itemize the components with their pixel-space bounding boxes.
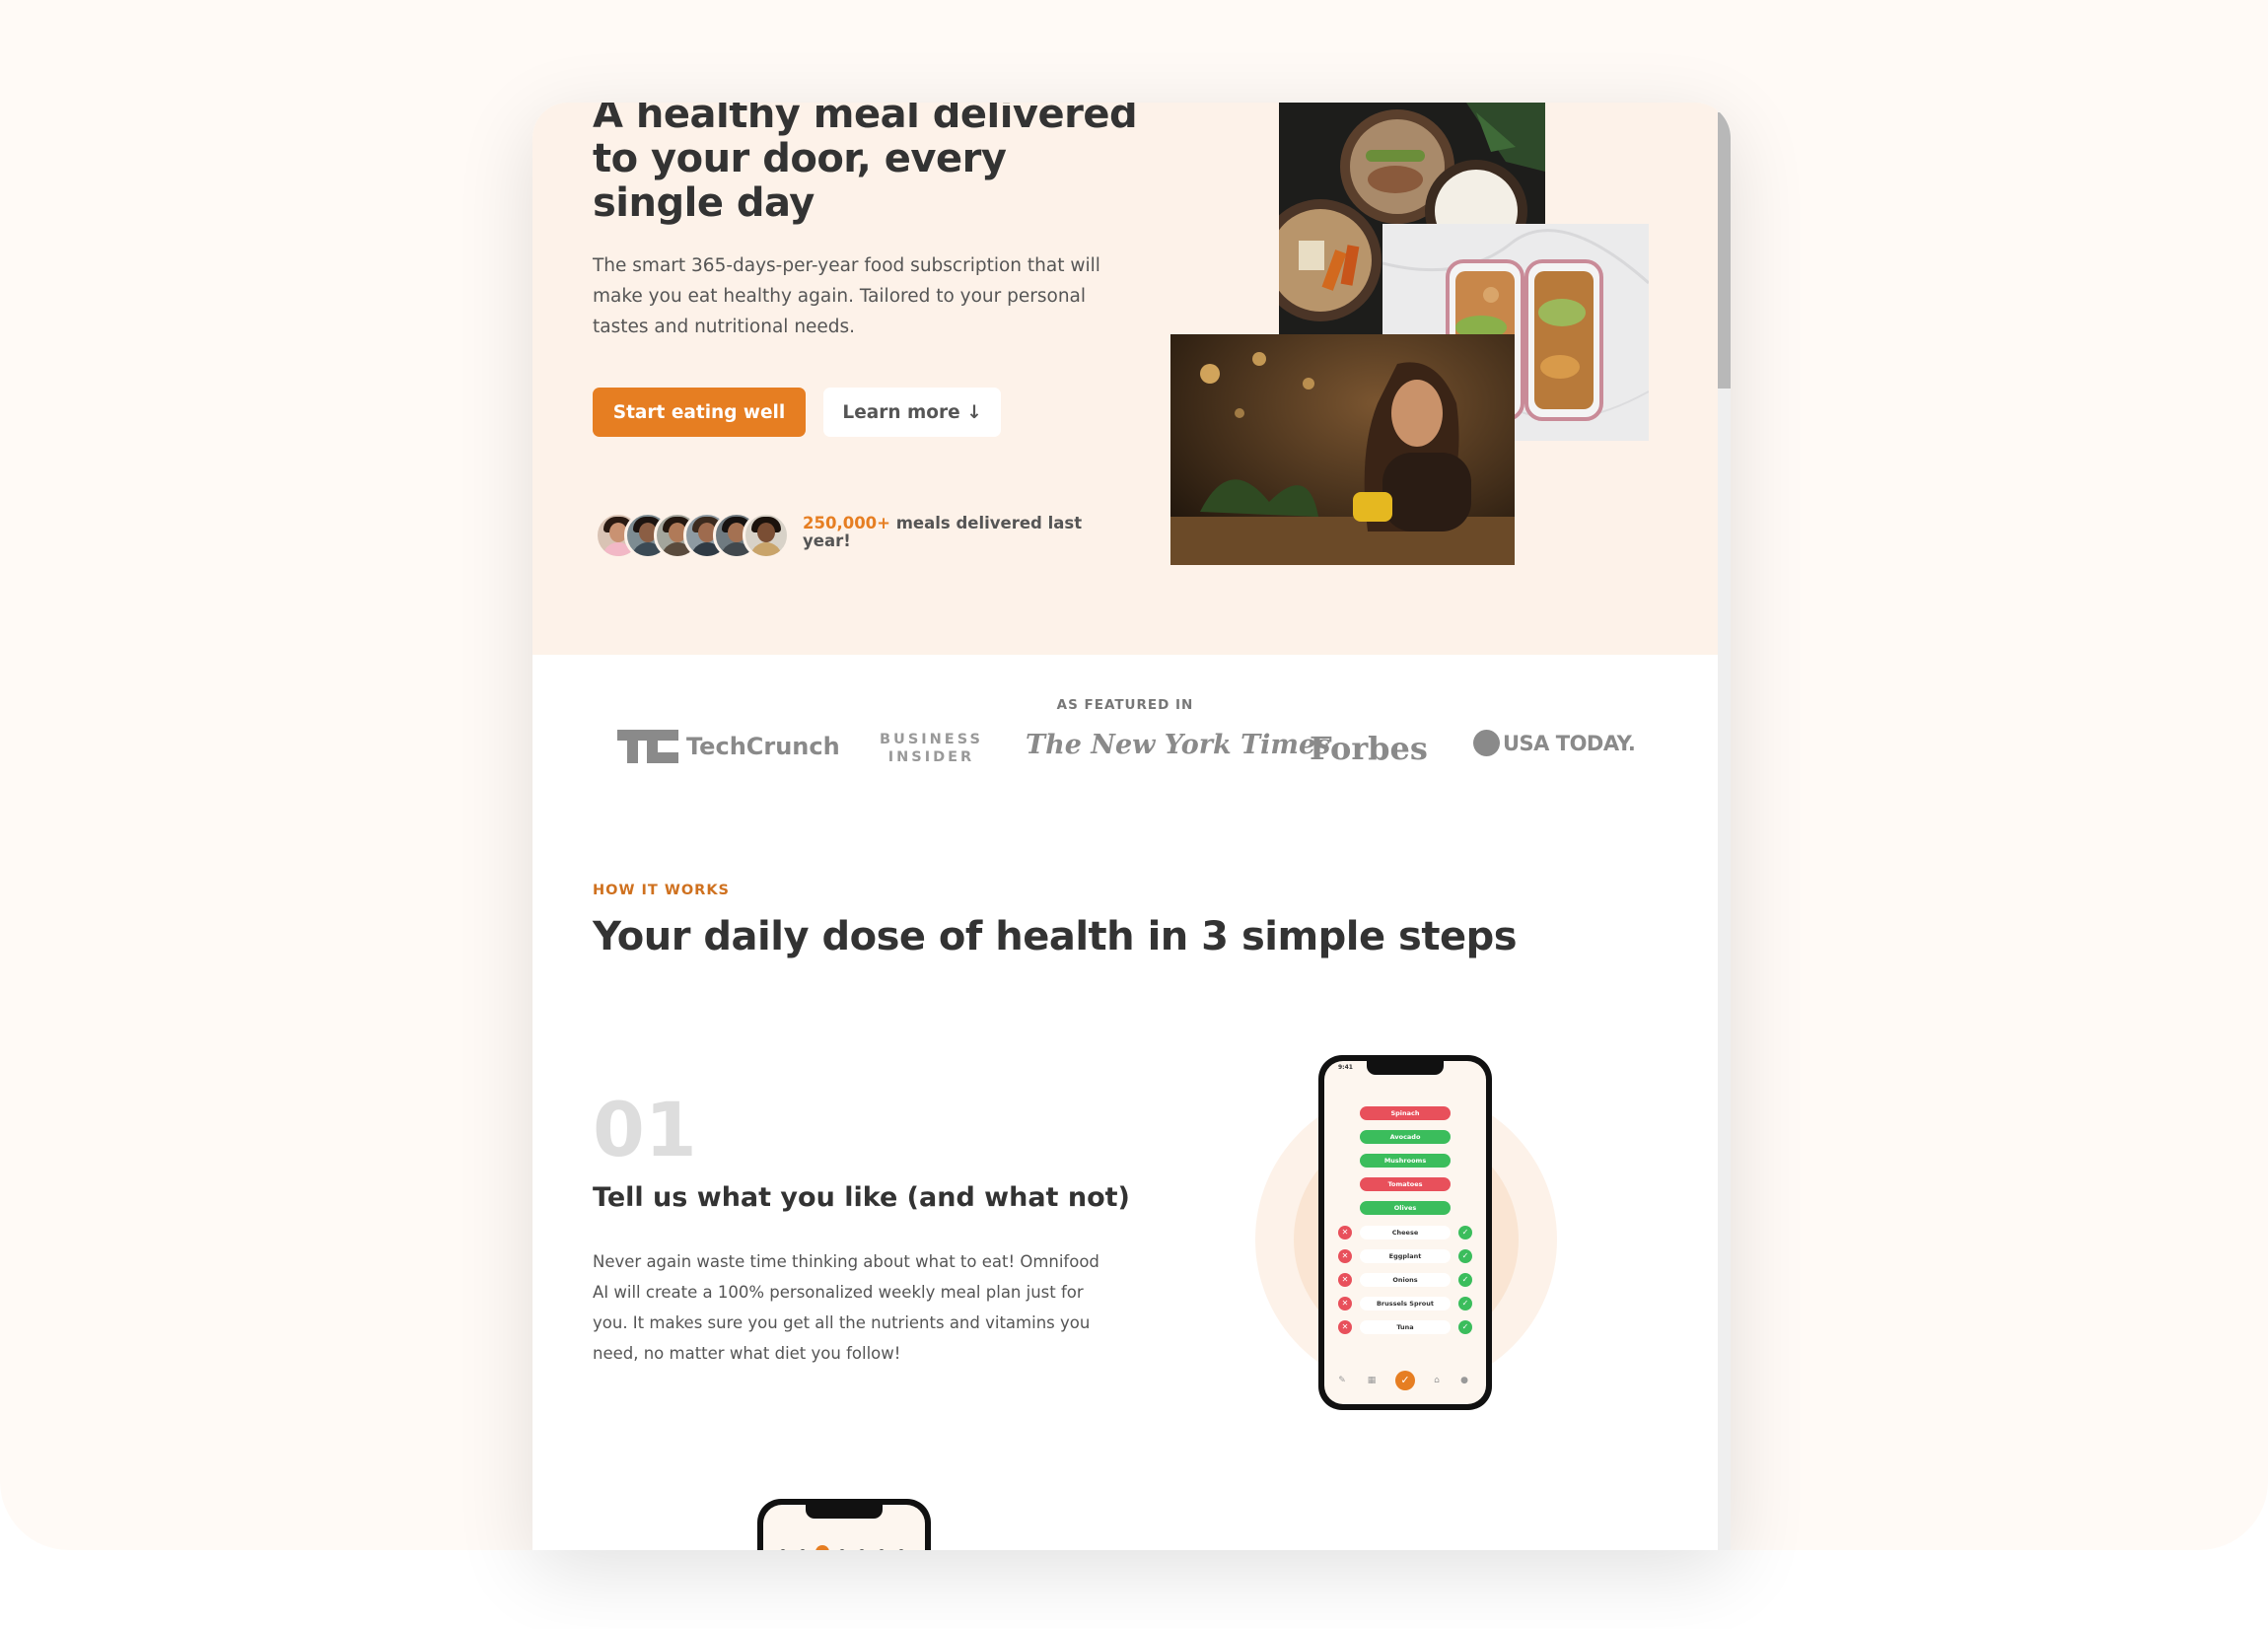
food-item-label: Eggplant: [1360, 1249, 1451, 1263]
calendar-icon[interactable]: ▦: [1366, 1375, 1378, 1386]
usatoday-wordmark: USA TODAY.: [1503, 731, 1636, 755]
preference-pill: Olives: [1360, 1201, 1451, 1215]
scrollbar[interactable]: [1718, 103, 1731, 1550]
learn-more-button[interactable]: Learn more ↓: [823, 388, 1001, 437]
thumbs-up-icon[interactable]: ✓: [1458, 1249, 1472, 1263]
scrollbar-thumb[interactable]: [1718, 112, 1731, 389]
techcrunch-logo: TechCrunch: [617, 730, 840, 763]
hero-section: A healthy meal delivered to your door, e…: [532, 103, 1718, 655]
food-item-row: ✕ Eggplant ✓: [1338, 1248, 1472, 1264]
usatoday-dot-icon: [1473, 730, 1500, 756]
thumbs-up-icon[interactable]: ✓: [1458, 1320, 1472, 1334]
phone-time: 9:41: [1338, 1064, 1353, 1071]
carrot-icon[interactable]: ✎: [1336, 1375, 1348, 1386]
hero-title: A healthy meal delivered to your door, e…: [593, 103, 1138, 226]
usatoday-logo: USA TODAY.: [1473, 730, 1636, 756]
food-item-row: ✕ Tuna ✓: [1338, 1319, 1472, 1335]
food-item-label: Onions: [1360, 1273, 1451, 1287]
thumbs-down-icon[interactable]: ✕: [1338, 1249, 1352, 1263]
thumbs-down-icon[interactable]: ✕: [1338, 1226, 1352, 1239]
nyt-logo: The New York Times: [1026, 730, 1331, 760]
customer-avatars: [595, 512, 792, 559]
meals-delivered-count: 250,000+: [803, 514, 890, 532]
preference-pill: Tomatoes: [1360, 1177, 1451, 1191]
business-insider-line-1: BUSINESS: [880, 732, 983, 747]
thumbs-down-icon[interactable]: ✕: [1338, 1297, 1352, 1310]
thumbs-up-icon[interactable]: ✓: [1458, 1273, 1472, 1287]
thumbs-down-icon[interactable]: ✕: [1338, 1320, 1352, 1334]
food-item-row: ✕ Brussels Sprout ✓: [1338, 1296, 1472, 1311]
start-eating-well-button[interactable]: Start eating well: [593, 388, 806, 437]
how-it-works-subheading: HOW IT WORKS: [593, 883, 731, 898]
thumbs-down-icon[interactable]: ✕: [1338, 1273, 1352, 1287]
bookmark-icon[interactable]: ⌂: [1431, 1375, 1443, 1386]
forbes-logo: Forbes: [1310, 730, 1428, 767]
check-icon[interactable]: ✓: [1395, 1371, 1415, 1390]
business-insider-line-2: INSIDER: [887, 749, 975, 765]
phone-tab-bar: ✎ ▦ ✓ ⌂ ●: [1324, 1371, 1486, 1394]
avatar: [743, 512, 790, 559]
thumbs-up-icon[interactable]: ✓: [1458, 1226, 1472, 1239]
step-description: Never again waste time thinking about wh…: [593, 1252, 1099, 1363]
thumbs-up-icon[interactable]: ✓: [1458, 1297, 1472, 1310]
browser-frame: A healthy meal delivered to your door, e…: [532, 103, 1731, 1550]
techcrunch-icon: [617, 730, 678, 763]
how-it-works-title: Your daily dose of health in 3 simple st…: [593, 914, 1518, 959]
food-item-label: Cheese: [1360, 1226, 1451, 1239]
preference-pill: Mushrooms: [1360, 1154, 1451, 1168]
phone-screen-2: [763, 1505, 925, 1550]
business-insider-logo: BUSINESS INSIDER: [880, 731, 983, 766]
hero-description: The smart 365-days-per-year food subscri…: [593, 255, 1100, 337]
food-item-row: ✕ Onions ✓: [1338, 1272, 1472, 1288]
phone-mockup: 9:41 Spinach Avocado Mushrooms Tomatoes …: [1318, 1055, 1492, 1410]
food-item-label: Tuna: [1360, 1320, 1451, 1334]
food-item-row: ✕ Cheese ✓: [1338, 1225, 1472, 1240]
featured-label: AS FEATURED IN: [1056, 697, 1194, 713]
preference-pill: Avocado: [1360, 1130, 1451, 1144]
phone-notch: [806, 1505, 883, 1519]
phone-mockup-2: [757, 1499, 931, 1550]
phone-screen: 9:41 Spinach Avocado Mushrooms Tomatoes …: [1324, 1061, 1486, 1404]
techcrunch-wordmark: TechCrunch: [686, 733, 840, 760]
phone-notch: [1367, 1061, 1444, 1075]
step-number: 01: [593, 1086, 697, 1173]
food-item-label: Brussels Sprout: [1360, 1297, 1451, 1310]
preference-pill: Spinach: [1360, 1106, 1451, 1120]
woman-eating-image: [1170, 334, 1515, 565]
meals-delivered-text: 250,000+ meals delivered last year!: [803, 515, 1089, 550]
user-icon[interactable]: ●: [1458, 1375, 1470, 1386]
step-title: Tell us what you like (and what not): [593, 1182, 1130, 1213]
